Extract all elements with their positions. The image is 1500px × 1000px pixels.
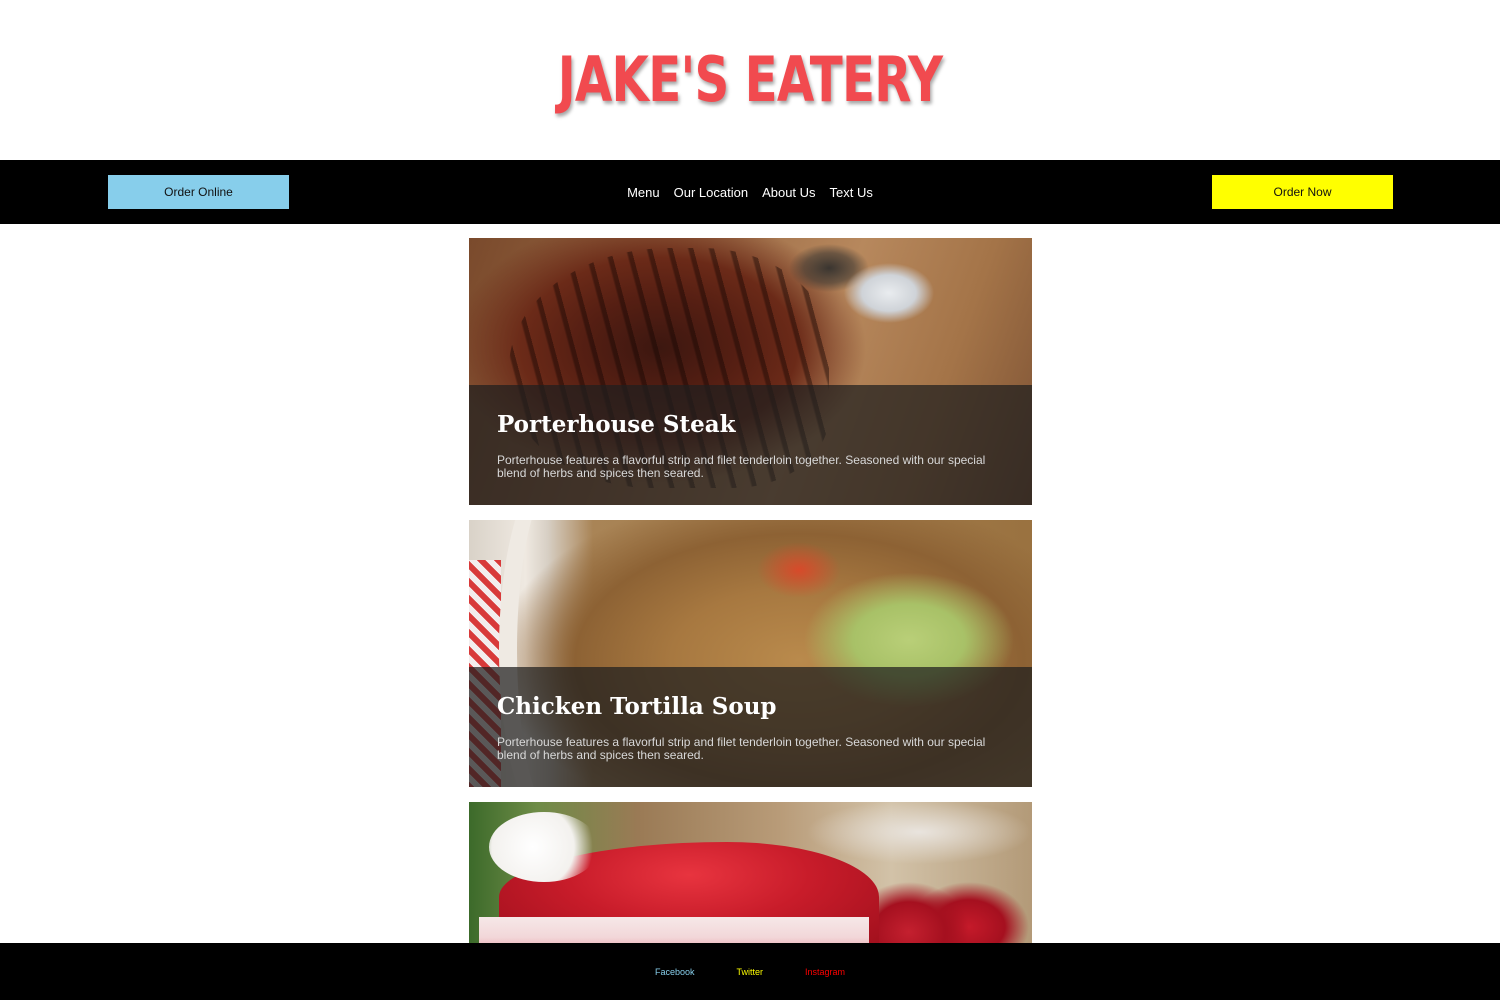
site-footer: Facebook Twitter Instagram — [0, 943, 1500, 1000]
card-caption-overlay: Porterhouse Steak Porterhouse features a… — [469, 385, 1032, 505]
site-logo[interactable]: JAKE'S EATERY — [165, 40, 1335, 120]
facebook-link[interactable]: Facebook — [655, 967, 695, 977]
menu-card-chicken-tortilla-soup[interactable]: Chicken Tortilla Soup Porterhouse featur… — [469, 520, 1032, 787]
menu-card-porterhouse-steak[interactable]: Porterhouse Steak Porterhouse features a… — [469, 238, 1032, 505]
card-title: Porterhouse Steak — [497, 411, 736, 438]
card-caption-overlay: Chicken Tortilla Soup Porterhouse featur… — [469, 667, 1032, 787]
menu-card-strawberry-cheesecake[interactable] — [469, 802, 1032, 943]
whipped-cream — [489, 812, 599, 882]
nav-link-text-us[interactable]: Text Us — [830, 185, 873, 200]
site-header: JAKE'S EATERY — [0, 0, 1500, 160]
card-title: Chicken Tortilla Soup — [497, 693, 777, 720]
strawberry-cheesecake-image — [469, 802, 1032, 943]
nav-link-about-us[interactable]: About Us — [762, 185, 815, 200]
social-links: Facebook Twitter Instagram — [0, 943, 1500, 1000]
nav-link-our-location[interactable]: Our Location — [674, 185, 748, 200]
instagram-link[interactable]: Instagram — [805, 967, 845, 977]
card-description: Porterhouse features a flavorful strip a… — [497, 453, 986, 480]
order-now-button[interactable]: Order Now — [1212, 175, 1393, 209]
main-navbar: Order Online Menu Our Location About Us … — [0, 160, 1500, 224]
nav-link-menu[interactable]: Menu — [627, 185, 660, 200]
cheesecake-base — [479, 917, 869, 943]
twitter-link[interactable]: Twitter — [736, 967, 763, 977]
card-description: Porterhouse features a flavorful strip a… — [497, 735, 986, 762]
